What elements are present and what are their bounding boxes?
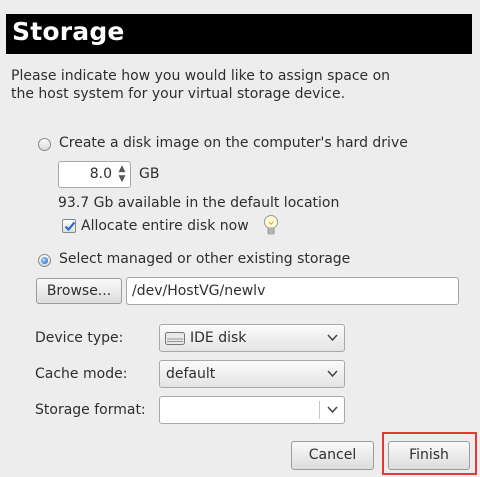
storage-path-value: /dev/HostVG/newlv bbox=[132, 283, 266, 299]
page-header: Storage bbox=[6, 14, 472, 54]
description-text: Please indicate how you would like to as… bbox=[11, 68, 391, 102]
spinner-arrows-icon[interactable]: ▲ ▼ bbox=[117, 164, 127, 186]
chevron-down-icon bbox=[327, 334, 338, 342]
cancel-button-label: Cancel bbox=[308, 447, 357, 463]
chevron-down-icon bbox=[327, 406, 338, 414]
available-space-text: 93.7 Gb available in the default locatio… bbox=[58, 195, 340, 211]
combo-separator bbox=[319, 401, 320, 419]
disk-size-unit: GB bbox=[139, 166, 160, 182]
storage-format-label: Storage format: bbox=[35, 402, 146, 418]
device-type-value: IDE disk bbox=[190, 330, 247, 346]
page-title: Storage bbox=[12, 17, 125, 46]
create-disk-image-radio[interactable] bbox=[38, 138, 51, 151]
cache-mode-select[interactable]: default bbox=[159, 360, 345, 388]
device-type-label: Device type: bbox=[35, 330, 124, 346]
hard-disk-icon bbox=[165, 332, 185, 345]
cache-mode-value: default bbox=[166, 366, 216, 382]
device-type-select[interactable]: IDE disk bbox=[159, 324, 345, 352]
browse-button-label: Browse... bbox=[46, 283, 112, 299]
create-disk-image-label[interactable]: Create a disk image on the computer's ha… bbox=[59, 135, 408, 151]
finish-highlight-box bbox=[382, 432, 477, 475]
disk-size-spinner[interactable]: 8.0 ▲ ▼ bbox=[58, 161, 131, 188]
cache-mode-label: Cache mode: bbox=[35, 366, 128, 382]
managed-storage-label[interactable]: Select managed or other existing storage bbox=[59, 251, 350, 267]
allocate-disk-label[interactable]: Allocate entire disk now bbox=[81, 218, 249, 234]
lightbulb-hint-icon bbox=[264, 215, 278, 235]
checkmark-icon bbox=[64, 221, 76, 232]
storage-format-combo[interactable] bbox=[159, 396, 345, 424]
disk-size-value: 8.0 bbox=[89, 166, 112, 182]
storage-path-input[interactable]: /dev/HostVG/newlv bbox=[126, 277, 459, 305]
allocate-disk-checkbox[interactable] bbox=[62, 219, 76, 233]
managed-storage-radio[interactable] bbox=[38, 254, 51, 267]
cancel-button[interactable]: Cancel bbox=[291, 441, 374, 470]
browse-button[interactable]: Browse... bbox=[36, 278, 122, 304]
chevron-down-icon bbox=[327, 370, 338, 378]
